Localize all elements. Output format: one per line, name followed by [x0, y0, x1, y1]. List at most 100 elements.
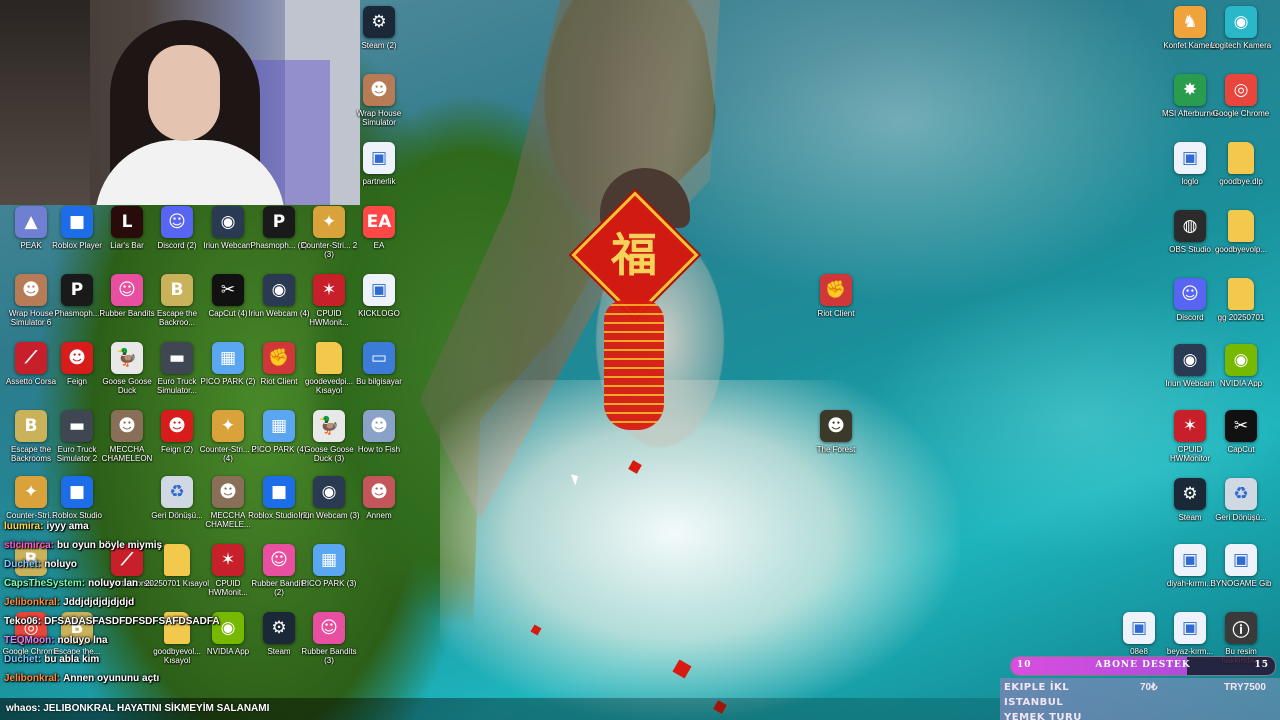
- desktop-shortcut[interactable]: ☺ Rubber Bandits (3): [298, 612, 360, 678]
- chameleon-icon: ☻: [212, 476, 244, 508]
- desktop-shortcut[interactable]: ◎ Google Chrome: [1210, 74, 1272, 140]
- chat-message: Teko06: DFSADASFASDFDFSDFSAFDSADFA: [4, 615, 220, 628]
- desktop-shortcut[interactable]: ▣ BYNOGAME Gib: [1210, 544, 1272, 610]
- chat-username: luumira:: [4, 521, 44, 532]
- roblox-icon: ■: [263, 476, 295, 508]
- desktop-shortcut[interactable]: ☻ How to Fish: [348, 410, 410, 476]
- game-icon: ☻: [15, 274, 47, 306]
- forest-icon: ☻: [820, 410, 852, 442]
- image-file-icon: ▣: [1174, 544, 1206, 576]
- backrooms-icon: B: [161, 274, 193, 306]
- peak-icon: ▲: [15, 206, 47, 238]
- desktop-shortcut-label: NVIDIA App: [1219, 379, 1263, 388]
- counter-strike-icon: ✦: [313, 206, 345, 238]
- info-icon: ⓘ: [1225, 612, 1257, 644]
- webcam-streamer-face: [148, 45, 220, 141]
- msi-icon: ✸: [1174, 74, 1206, 106]
- chat-message: Duchet: bu abla kim: [4, 653, 99, 666]
- desktop-shortcut[interactable]: ◉ NVIDIA App: [1210, 344, 1272, 410]
- computer-icon: ▭: [363, 342, 395, 374]
- desktop-shortcut-label: Bu bilgisayar: [356, 377, 402, 386]
- truck-icon: ▬: [61, 410, 93, 442]
- desktop-shortcut-label: Google Chrome: [1212, 109, 1270, 118]
- chat-username: CapsTheSystem:: [4, 578, 86, 589]
- desktop-shortcut-label: How to Fish: [357, 445, 401, 454]
- chat-username: Jelibonkral:: [4, 673, 61, 684]
- desktop-shortcut[interactable]: ◉ Logitech Kamera: [1210, 6, 1272, 72]
- chat-username: Duchet:: [4, 654, 42, 665]
- pico-park-icon: ▦: [212, 342, 244, 374]
- tracker-label: ISTANBUL: [1004, 697, 1064, 708]
- desktop-shortcut-label: EA: [373, 241, 385, 250]
- desktop-shortcut[interactable]: ☻ The Forest: [805, 410, 867, 476]
- assetto-corsa-icon: ⟋: [15, 342, 47, 374]
- chat-username: Jelibonkral:: [4, 597, 61, 608]
- recycle-bin-icon: ♻: [1225, 478, 1257, 510]
- riot-icon: ✊: [263, 342, 295, 374]
- rubber-bandits-icon: ☺: [111, 274, 143, 306]
- desktop-shortcut[interactable]: ▣ partnerlik: [348, 142, 410, 208]
- nvidia-icon: ◉: [1225, 344, 1257, 376]
- chat-message: CapsTheSystem: noluyo lan: [4, 577, 138, 590]
- desktop-shortcut-label: Logitech Kamera: [1210, 41, 1272, 50]
- tracker-label: YEMEK TURU: [1004, 712, 1082, 720]
- truck-icon: ▬: [161, 342, 193, 374]
- chat-username: Duchet:: [4, 559, 42, 570]
- ea-icon: EA: [363, 206, 395, 238]
- desktop-shortcut[interactable]: ▣ KICKLOGO: [348, 274, 410, 340]
- goal-label: ABONE DESTEK: [1095, 660, 1191, 670]
- desktop-shortcut-label: gg 20250701: [1217, 313, 1265, 322]
- desktop-shortcut-label: goodbyevolp...: [1214, 245, 1268, 254]
- desktop-shortcut-label: Steam (2): [361, 41, 397, 50]
- chat-text: bu abla kim: [44, 654, 100, 665]
- backrooms-icon: B: [15, 410, 47, 442]
- fish-icon: ☻: [363, 410, 395, 442]
- chat-message: Jelibonkral: Annen oyununu açtı: [4, 672, 159, 685]
- desktop-shortcut-label: The Forest: [816, 445, 856, 454]
- feign-icon: ☻: [161, 410, 193, 442]
- webcam-icon: ◉: [313, 476, 345, 508]
- chat-message: Duchet: noluyo: [4, 558, 77, 571]
- desktop-shortcut[interactable]: ✂ CapCut: [1210, 410, 1272, 476]
- desktop-shortcut[interactable]: gg 20250701: [1210, 278, 1272, 344]
- desktop-shortcut[interactable]: ♻ Geri Dönüşü...: [1210, 478, 1272, 544]
- desktop-shortcut[interactable]: ✊ Riot Client: [805, 274, 867, 340]
- desktop-shortcut[interactable]: ▭ Bu bilgisayar: [348, 342, 410, 408]
- folder-icon: [316, 342, 342, 374]
- chat-username: sticimirca:: [4, 540, 55, 551]
- chat-text: bu oyun böyle miymiş: [57, 540, 163, 551]
- folder-icon: [1228, 210, 1254, 242]
- goose-icon: 🦆: [313, 410, 345, 442]
- discord-icon: ☺: [161, 206, 193, 238]
- desktop-shortcut-label: Rubber Bandits (3): [301, 647, 357, 665]
- chat-username: TEQMoon:: [4, 635, 55, 646]
- chat-overlay: luumira: iyyy ama sticimirca: bu oyun böyle…: [0, 520, 300, 720]
- cpuid-icon: ✶: [1174, 410, 1206, 442]
- desktop-shortcut[interactable]: goodbye.dlp: [1210, 142, 1272, 208]
- desktop-shortcut[interactable]: ☻ Annem: [348, 476, 410, 542]
- chat-message: Jelibonkral: Jddjdjdjdjdjdjd: [4, 596, 134, 609]
- desktop-shortcut[interactable]: ⚙ Steam (2): [348, 6, 410, 72]
- chat-text: DFSADASFASDFDFSDFSAFDSADFA: [44, 616, 220, 627]
- steam-icon: ⚙: [363, 6, 395, 38]
- goose-icon: 🦆: [111, 342, 143, 374]
- recycle-bin-icon: ♻: [161, 476, 193, 508]
- desktop-shortcut[interactable]: ▦ PICO PARK (3): [298, 544, 360, 610]
- desktop-shortcut-label: Riot Client: [817, 309, 855, 318]
- desktop-shortcut-label: Wrap House Simulator: [356, 109, 402, 127]
- desktop-shortcut-label: CapCut: [1227, 445, 1255, 454]
- desktop-shortcut-label: PICO PARK (3): [301, 579, 357, 588]
- liars-bar-icon: L: [111, 206, 143, 238]
- desktop-shortcut-label: BYNOGAME Gib: [1210, 579, 1272, 588]
- tracker-value: TRY7500: [1224, 682, 1266, 693]
- desktop-shortcut[interactable]: ☻ Wrap House Simulator: [348, 74, 410, 140]
- desktop-shortcut-label: goodbye.dlp: [1219, 177, 1263, 186]
- desktop-shortcut[interactable]: EA EA: [348, 206, 410, 272]
- phasmophobia-icon: P: [263, 206, 295, 238]
- counter-strike-icon: ✦: [15, 476, 47, 508]
- discord-icon: ☺: [1174, 278, 1206, 310]
- obs-icon: ◍: [1174, 210, 1206, 242]
- chrome-icon: ◎: [1225, 74, 1257, 106]
- desktop-shortcut[interactable]: goodbyevolp...: [1210, 210, 1272, 276]
- image-file-icon: ▣: [1174, 142, 1206, 174]
